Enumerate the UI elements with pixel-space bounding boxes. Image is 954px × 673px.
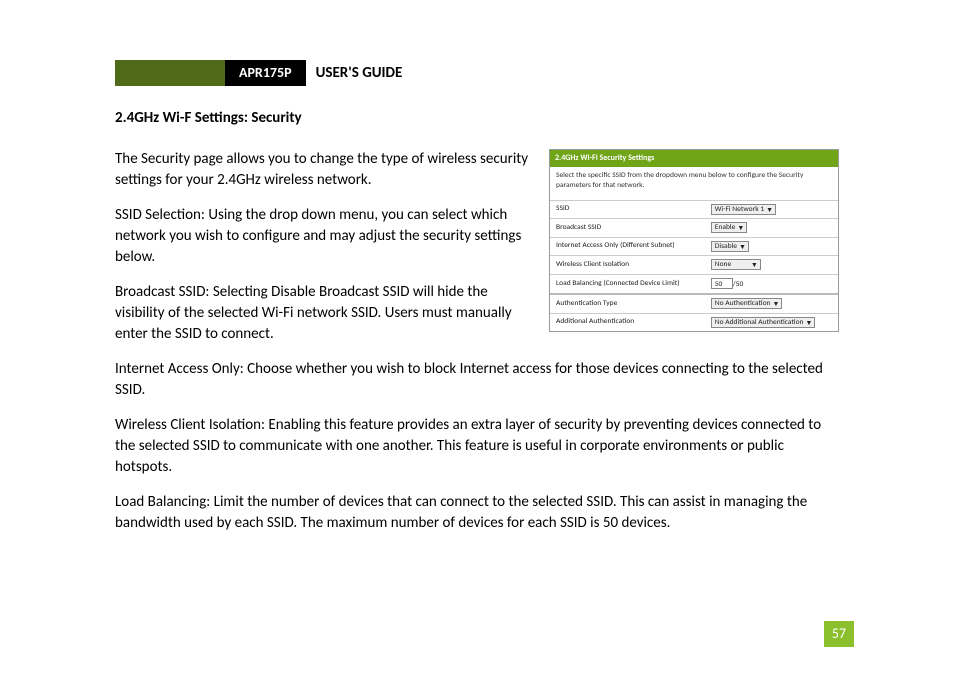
table-row: Additional Authentication No Additional …	[550, 313, 838, 331]
internet-access-label: Internet Access Only (Different Subnet)	[550, 237, 705, 256]
header-accent	[115, 60, 225, 86]
additional-auth-select[interactable]: No Additional Authentication ▼	[711, 317, 816, 328]
panel-description: Select the specific SSID from the dropdo…	[550, 167, 838, 200]
addauth-value: No Additional Authentication	[715, 317, 804, 328]
table-row: SSID Wi-Fi Network 1 ▼	[550, 200, 838, 219]
chevron-down-icon: ▼	[751, 261, 758, 268]
settings-table: SSID Wi-Fi Network 1 ▼ Broadcast SSID En…	[550, 200, 838, 332]
ssid-select-value: Wi-Fi Network 1	[715, 204, 764, 215]
additional-auth-label: Additional Authentication	[550, 313, 705, 331]
section-heading: 2.4GHz Wi-F Settings: Security	[115, 108, 839, 129]
paragraph-internet-access: Internet Access Only: Choose whether you…	[115, 359, 839, 401]
settings-panel: 2.4GHz Wi-Fi Security Settings Select th…	[549, 149, 839, 332]
broadcast-ssid-select[interactable]: Enable ▼	[711, 222, 748, 233]
panel-title: 2.4GHz Wi-Fi Security Settings	[550, 150, 838, 167]
chevron-down-icon: ▼	[766, 206, 773, 213]
ssid-select[interactable]: Wi-Fi Network 1 ▼	[711, 204, 776, 215]
chevron-down-icon: ▼	[739, 243, 746, 250]
load-balancing-label: Load Balancing (Connected Device Limit)	[550, 274, 705, 294]
internet-access-select[interactable]: Disable ▼	[711, 241, 749, 252]
isolation-label: Wireless Client Isolation	[550, 256, 705, 275]
page-number: 57	[824, 621, 854, 647]
broadcast-value: Enable	[715, 222, 736, 233]
isolation-value: None	[715, 259, 731, 270]
load-balancing-input[interactable]: 50	[711, 278, 733, 289]
auth-type-label: Authentication Type	[550, 294, 705, 313]
product-code: APR175P	[225, 60, 306, 86]
auth-type-select[interactable]: No Authentication ▼	[711, 298, 783, 309]
load-balancing-max: /50	[733, 280, 744, 289]
auth-value: No Authentication	[715, 298, 771, 309]
chevron-down-icon: ▼	[737, 224, 744, 231]
table-row: Wireless Client Isolation None ▼	[550, 256, 838, 275]
guide-title: USER'S GUIDE	[306, 60, 413, 86]
chevron-down-icon: ▼	[772, 300, 779, 307]
ssid-label: SSID	[550, 200, 705, 219]
paragraph-client-isolation: Wireless Client Isolation: Enabling this…	[115, 415, 839, 478]
document-header: APR175P USER'S GUIDE	[115, 60, 839, 86]
internet-value: Disable	[715, 241, 737, 252]
table-row: Load Balancing (Connected Device Limit) …	[550, 274, 838, 294]
broadcast-ssid-label: Broadcast SSID	[550, 219, 705, 238]
isolation-select[interactable]: None ▼	[711, 259, 761, 270]
table-row: Internet Access Only (Different Subnet) …	[550, 237, 838, 256]
table-row: Authentication Type No Authentication ▼	[550, 294, 838, 313]
chevron-down-icon: ▼	[806, 319, 813, 326]
paragraph-load-balancing: Load Balancing: Limit the number of devi…	[115, 492, 839, 534]
table-row: Broadcast SSID Enable ▼	[550, 219, 838, 238]
